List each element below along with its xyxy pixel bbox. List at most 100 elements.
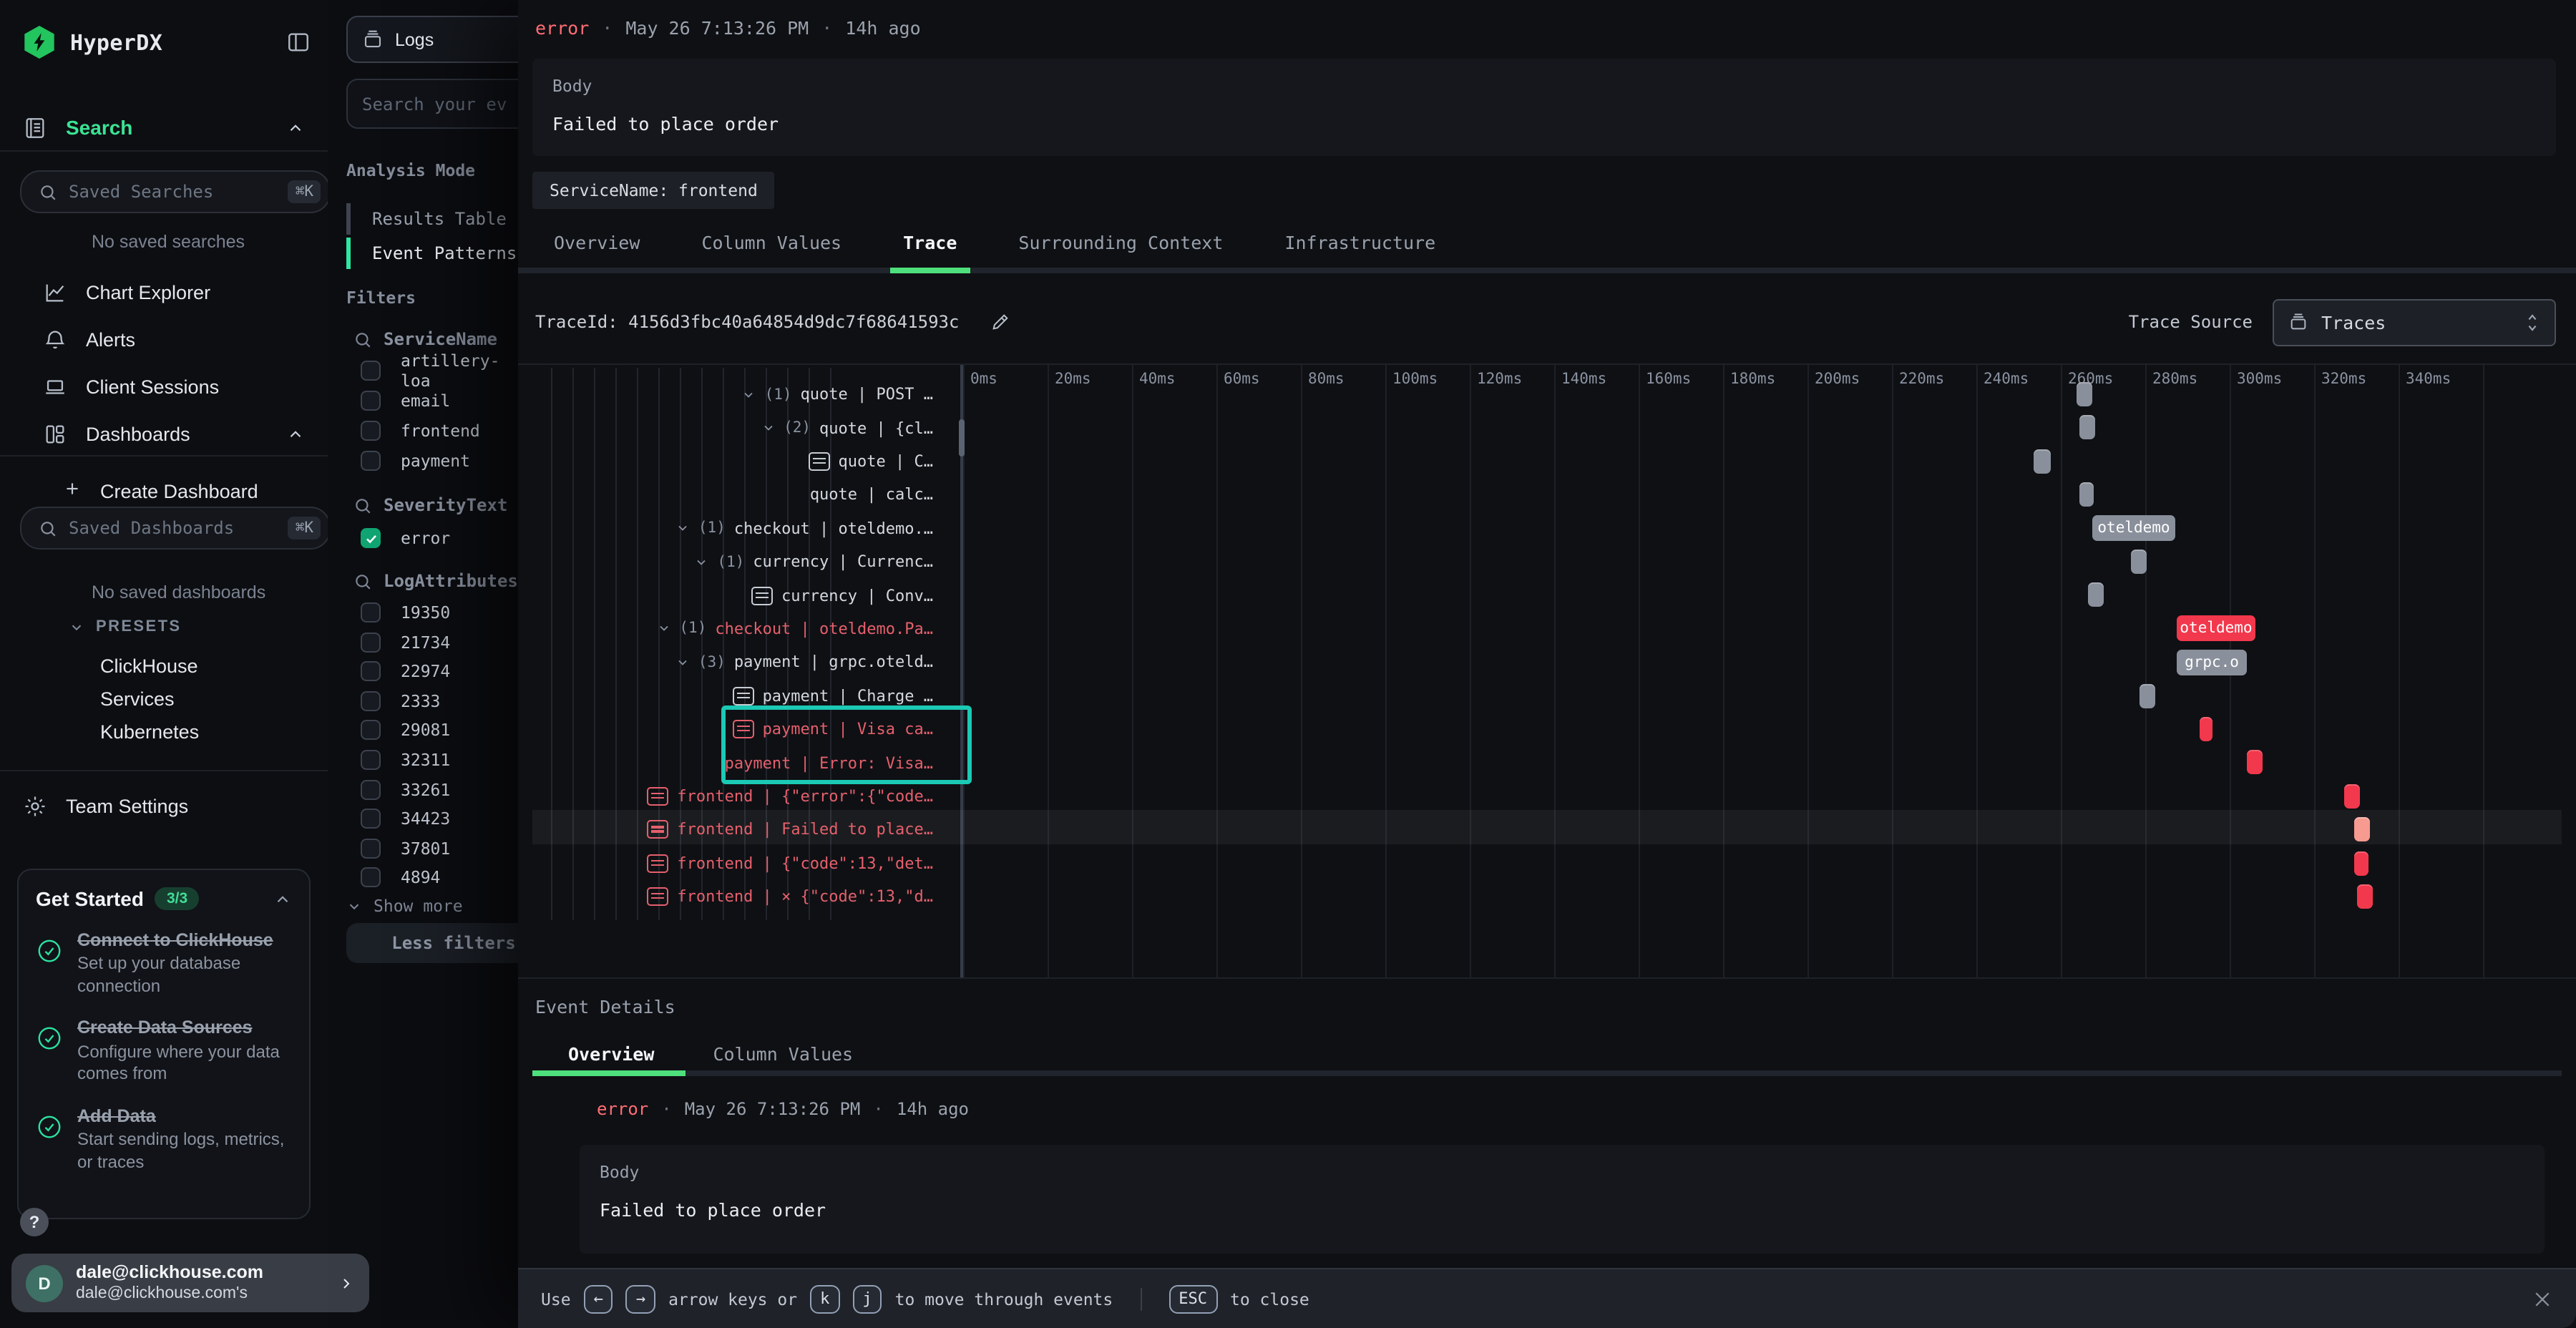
tab-surrounding-context[interactable]: Surrounding Context <box>1018 231 1223 253</box>
checkbox[interactable] <box>361 809 381 829</box>
span-bar-chip[interactable]: oteldemo <box>2177 616 2255 642</box>
sidebar-item-client-sessions[interactable]: Client Sessions <box>0 369 328 404</box>
tab-infrastructure[interactable]: Infrastructure <box>1284 231 1435 253</box>
analysis-mode-event-patterns[interactable]: Event Patterns <box>346 238 518 269</box>
filter-option-32311[interactable]: 32311 <box>361 747 450 773</box>
span-duration-bar[interactable] <box>2357 884 2373 909</box>
span-duration-bar[interactable] <box>2200 717 2212 741</box>
span-duration-bar[interactable] <box>2079 416 2095 440</box>
span-row-label[interactable]: (1)currency | Currenc… <box>532 545 947 579</box>
span-row-label[interactable]: frontend | × {"code":13,"d… <box>532 880 947 914</box>
arrow-right-key[interactable]: → <box>626 1284 655 1313</box>
source-select-button[interactable]: Logs <box>346 16 518 63</box>
checkbox[interactable] <box>361 661 381 681</box>
checkbox-checked[interactable] <box>361 528 381 548</box>
span-duration-bar[interactable] <box>2131 550 2147 574</box>
j-key[interactable]: j <box>852 1284 882 1313</box>
close-icon[interactable] <box>2532 1288 2553 1309</box>
k-key[interactable]: k <box>810 1284 839 1313</box>
span-duration-bar[interactable] <box>2247 751 2263 775</box>
filter-option-payment[interactable]: payment <box>361 448 470 474</box>
chevron-up-icon[interactable] <box>273 889 292 908</box>
checkbox[interactable] <box>361 632 381 652</box>
sidebar-item-search[interactable]: Search <box>0 110 328 145</box>
chevron-down-icon[interactable] <box>675 655 690 670</box>
details-tab-overview[interactable]: Overview <box>568 1043 654 1064</box>
saved-searches-input[interactable]: Saved Searches ⌘K <box>20 170 331 213</box>
checkbox[interactable] <box>361 421 381 441</box>
span-row-label[interactable]: (3)payment | grpc.oteld… <box>532 645 947 679</box>
tab-trace[interactable]: Trace <box>903 231 957 253</box>
sidebar-item-dashboards[interactable]: Dashboards <box>0 416 328 451</box>
filter-option-33261[interactable]: 33261 <box>361 776 450 802</box>
span-row-label[interactable]: (1)checkout | oteldemo.… <box>532 512 947 545</box>
filter-option-22974[interactable]: 22974 <box>361 658 450 684</box>
checkbox[interactable] <box>361 868 381 888</box>
span-duration-bar[interactable] <box>2077 382 2092 406</box>
filter-option-email[interactable]: email <box>361 388 450 414</box>
get-started-item-add-data[interactable]: Add DataStart sending logs, metrics, or … <box>36 1105 292 1174</box>
less-filters-button[interactable]: Less filters <box>346 923 518 963</box>
sidebar-collapse-icon[interactable] <box>286 30 311 54</box>
span-row-label[interactable]: (1)checkout | oteldemo.Pa… <box>532 612 947 646</box>
span-duration-bar[interactable] <box>2140 683 2155 708</box>
checkbox[interactable] <box>361 721 381 741</box>
filter-option-21734[interactable]: 21734 <box>361 629 450 655</box>
filter-option-artillery-loa[interactable]: artillery-loa <box>361 358 518 384</box>
filter-option-4894[interactable]: 4894 <box>361 865 440 891</box>
span-duration-bar[interactable] <box>2354 851 2368 875</box>
checkbox[interactable] <box>361 451 381 471</box>
create-dashboard-button[interactable]: Create Dashboard <box>0 474 328 508</box>
edit-icon[interactable] <box>990 312 1010 332</box>
span-duration-bar[interactable] <box>2034 449 2051 474</box>
filter-option-34423[interactable]: 34423 <box>361 806 450 831</box>
user-menu[interactable]: D dale@clickhouse.com dale@clickhouse.co… <box>11 1254 369 1312</box>
checkbox[interactable] <box>361 839 381 859</box>
filter-option-2333[interactable]: 2333 <box>361 688 440 714</box>
checkbox[interactable] <box>361 779 381 799</box>
filter-option-19350[interactable]: 19350 <box>361 600 450 625</box>
checkbox[interactable] <box>361 691 381 711</box>
get-started-item-connect-to-clickhouse[interactable]: Connect to ClickHouseSet up your databas… <box>36 929 292 998</box>
span-bar-chip[interactable]: grpc.o <box>2177 649 2247 675</box>
filter-option-frontend[interactable]: frontend <box>361 418 480 444</box>
span-duration-bar[interactable] <box>2079 482 2094 507</box>
saved-dashboards-input[interactable]: Saved Dashboards ⌘K <box>20 507 331 550</box>
checkbox[interactable] <box>361 750 381 770</box>
span-row-label[interactable]: currency | Conv… <box>532 579 947 612</box>
checkbox[interactable] <box>361 391 381 411</box>
esc-key[interactable]: ESC <box>1169 1284 1217 1313</box>
details-tab-column-values[interactable]: Column Values <box>713 1043 853 1064</box>
show-more-button[interactable]: Show more <box>346 896 463 916</box>
checkbox[interactable] <box>361 361 381 381</box>
span-row-label[interactable]: (2)quote | {cl… <box>532 411 947 445</box>
presets-toggle[interactable]: PRESETS <box>69 618 182 635</box>
filter-option-29081[interactable]: 29081 <box>361 718 450 743</box>
help-button[interactable]: ? <box>20 1208 49 1236</box>
preset-item-clickhouse[interactable]: ClickHouse <box>100 655 198 677</box>
sidebar-item-team-settings[interactable]: Team Settings <box>0 788 328 823</box>
span-bar-chip[interactable]: oteldemo <box>2092 515 2175 541</box>
analysis-mode-results-table[interactable]: Results Table <box>346 203 518 235</box>
chevron-down-icon[interactable] <box>742 387 756 401</box>
scrollbar-handle[interactable] <box>959 419 965 456</box>
sidebar-item-alerts[interactable]: Alerts <box>0 322 328 356</box>
preset-item-services[interactable]: Services <box>100 688 175 710</box>
chevron-down-icon[interactable] <box>675 522 690 536</box>
filter-option-37801[interactable]: 37801 <box>361 836 450 861</box>
sidebar-item-chart-explorer[interactable]: Chart Explorer <box>0 275 328 309</box>
span-row-label[interactable]: quote | C… <box>532 445 947 479</box>
arrow-left-key[interactable]: ← <box>584 1284 613 1313</box>
chevron-down-icon[interactable] <box>694 555 708 569</box>
tab-column-values[interactable]: Column Values <box>701 231 841 253</box>
span-duration-bar[interactable] <box>2354 817 2370 841</box>
event-search-input[interactable]: Search your ev <box>346 79 518 129</box>
span-row-label[interactable]: frontend | {"error":{"code… <box>532 780 947 814</box>
preset-item-kubernetes[interactable]: Kubernetes <box>100 721 199 743</box>
filter-option-error[interactable]: error <box>361 525 450 551</box>
span-duration-bar[interactable] <box>2088 583 2104 607</box>
chevron-down-icon[interactable] <box>656 622 670 636</box>
tab-overview[interactable]: Overview <box>554 231 640 253</box>
span-row-label[interactable]: quote | calc… <box>532 478 947 512</box>
get-started-item-create-data-sources[interactable]: Create Data SourcesConfigure where your … <box>36 1017 292 1086</box>
